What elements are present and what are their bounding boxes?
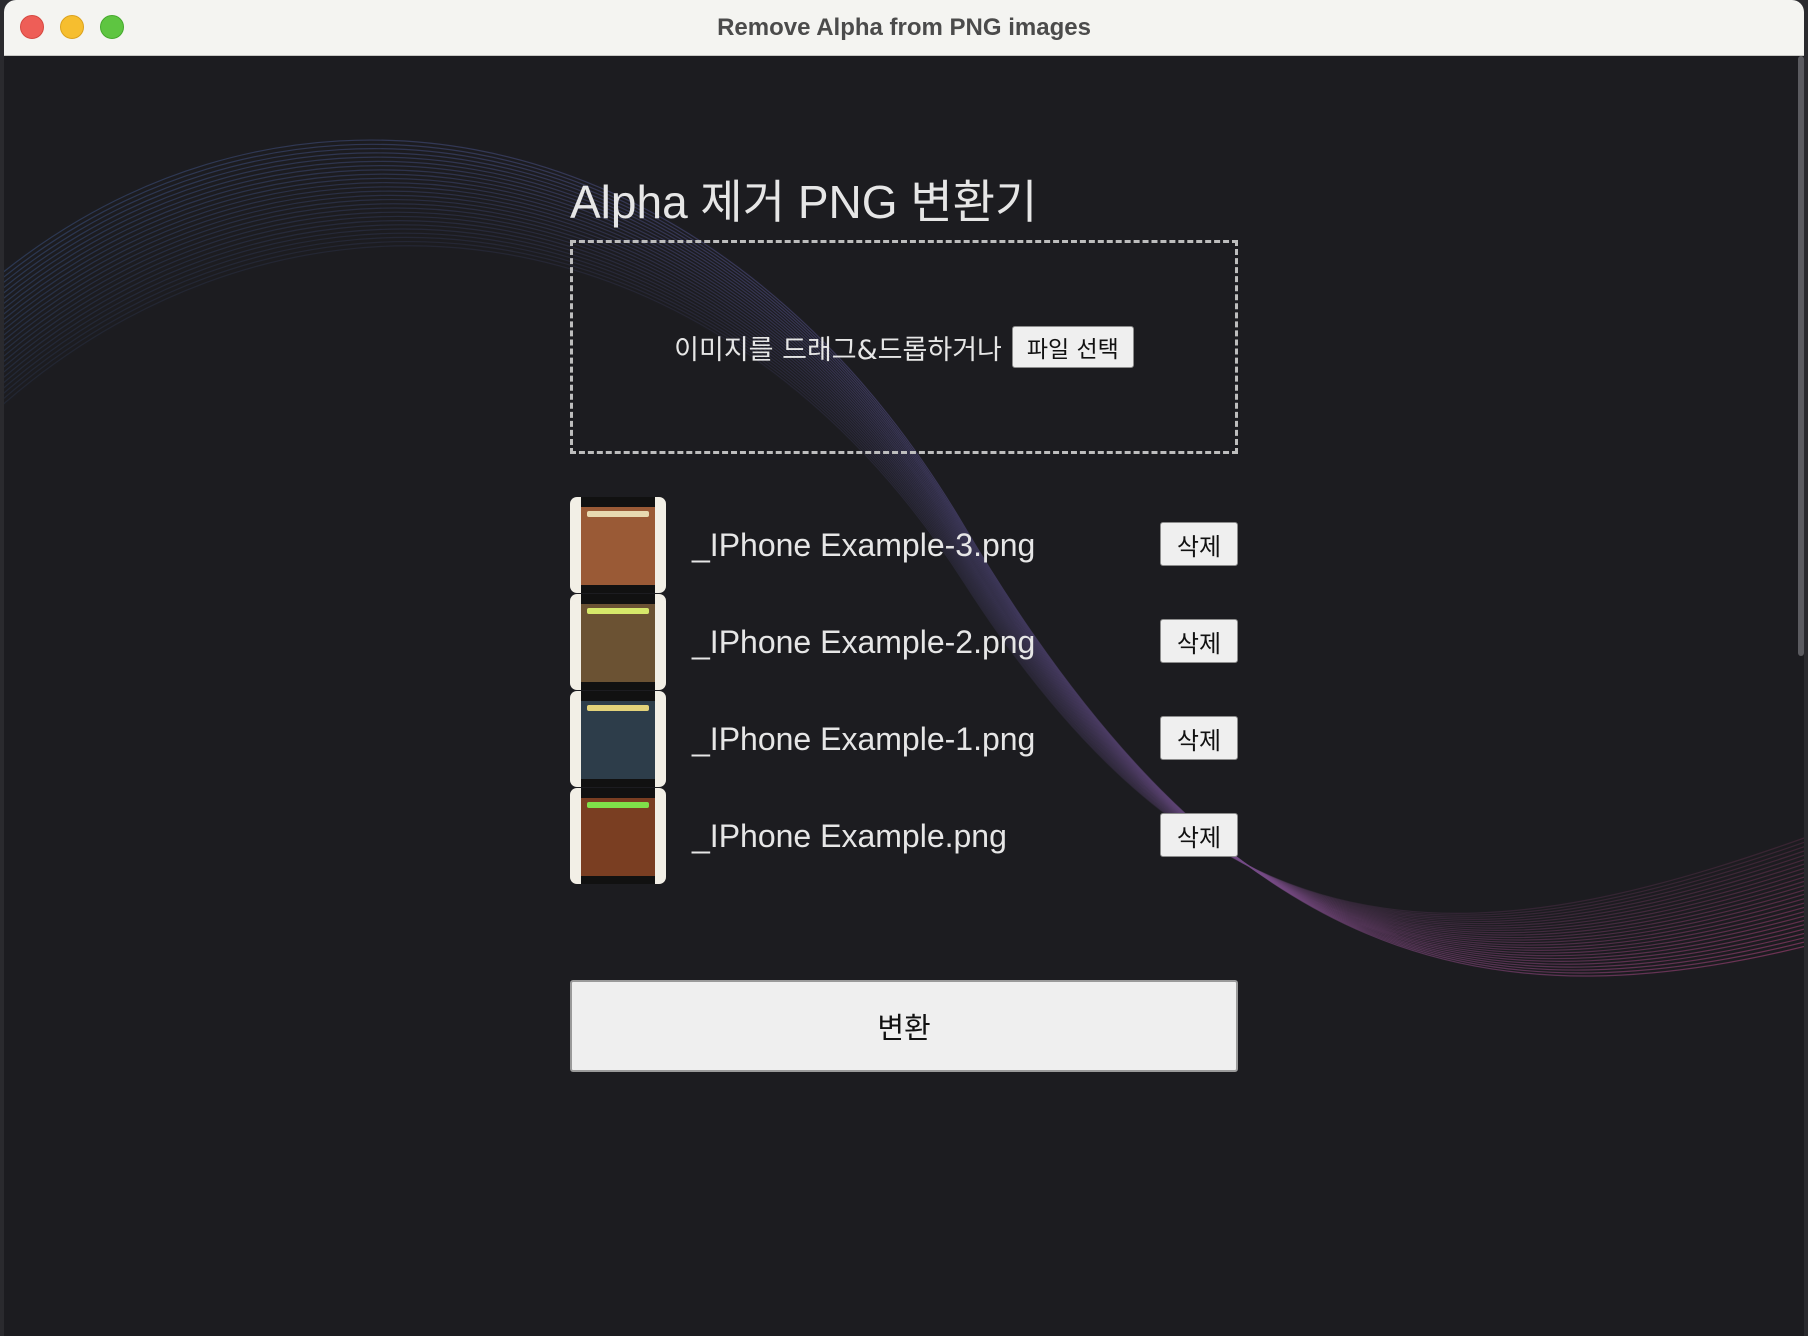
file-row: _IPhone Example-2.png 삭제 bbox=[570, 594, 1238, 691]
thumbnail-image bbox=[581, 798, 655, 876]
file-row: _IPhone Example-1.png 삭제 bbox=[570, 691, 1238, 788]
file-name: _IPhone Example-2.png bbox=[692, 624, 1036, 660]
file-thumbnail bbox=[570, 788, 666, 884]
title-bar[interactable]: Remove Alpha from PNG images bbox=[4, 0, 1804, 56]
drop-zone[interactable]: 이미지를 드래그&드롭하거나 파일 선택 bbox=[570, 240, 1238, 454]
file-name: _IPhone Example-1.png bbox=[692, 721, 1036, 757]
main-content: Alpha 제거 PNG 변환기 이미지를 드래그&드롭하거나 파일 선택 _I… bbox=[4, 56, 1804, 1336]
delete-button[interactable]: 삭제 bbox=[1160, 813, 1238, 857]
file-name: _IPhone Example.png bbox=[692, 818, 1007, 854]
file-row: _IPhone Example-3.png 삭제 bbox=[570, 497, 1238, 594]
file-thumbnail bbox=[570, 691, 666, 787]
page-title: Alpha 제거 PNG 변환기 bbox=[570, 176, 1038, 228]
delete-button[interactable]: 삭제 bbox=[1160, 716, 1238, 760]
thumbnail-image bbox=[581, 604, 655, 682]
file-name: _IPhone Example-3.png bbox=[692, 527, 1036, 563]
thumbnail-image bbox=[581, 701, 655, 779]
window-title: Remove Alpha from PNG images bbox=[717, 14, 1091, 41]
convert-button[interactable]: 변환 bbox=[570, 980, 1238, 1072]
file-list: _IPhone Example-3.png 삭제 _IPhone Example… bbox=[570, 497, 1238, 885]
scrollbar[interactable] bbox=[1798, 56, 1804, 656]
delete-button[interactable]: 삭제 bbox=[1160, 619, 1238, 663]
file-row: _IPhone Example.png 삭제 bbox=[570, 788, 1238, 885]
app-window: Remove Alpha from PNG images Alpha 제거 PN… bbox=[4, 0, 1804, 1336]
thumbnail-image bbox=[581, 507, 655, 585]
delete-button[interactable]: 삭제 bbox=[1160, 522, 1238, 566]
file-thumbnail bbox=[570, 594, 666, 690]
file-thumbnail bbox=[570, 497, 666, 593]
drop-zone-text: 이미지를 드래그&드롭하거나 bbox=[674, 334, 1002, 366]
select-file-button[interactable]: 파일 선택 bbox=[1011, 326, 1134, 368]
